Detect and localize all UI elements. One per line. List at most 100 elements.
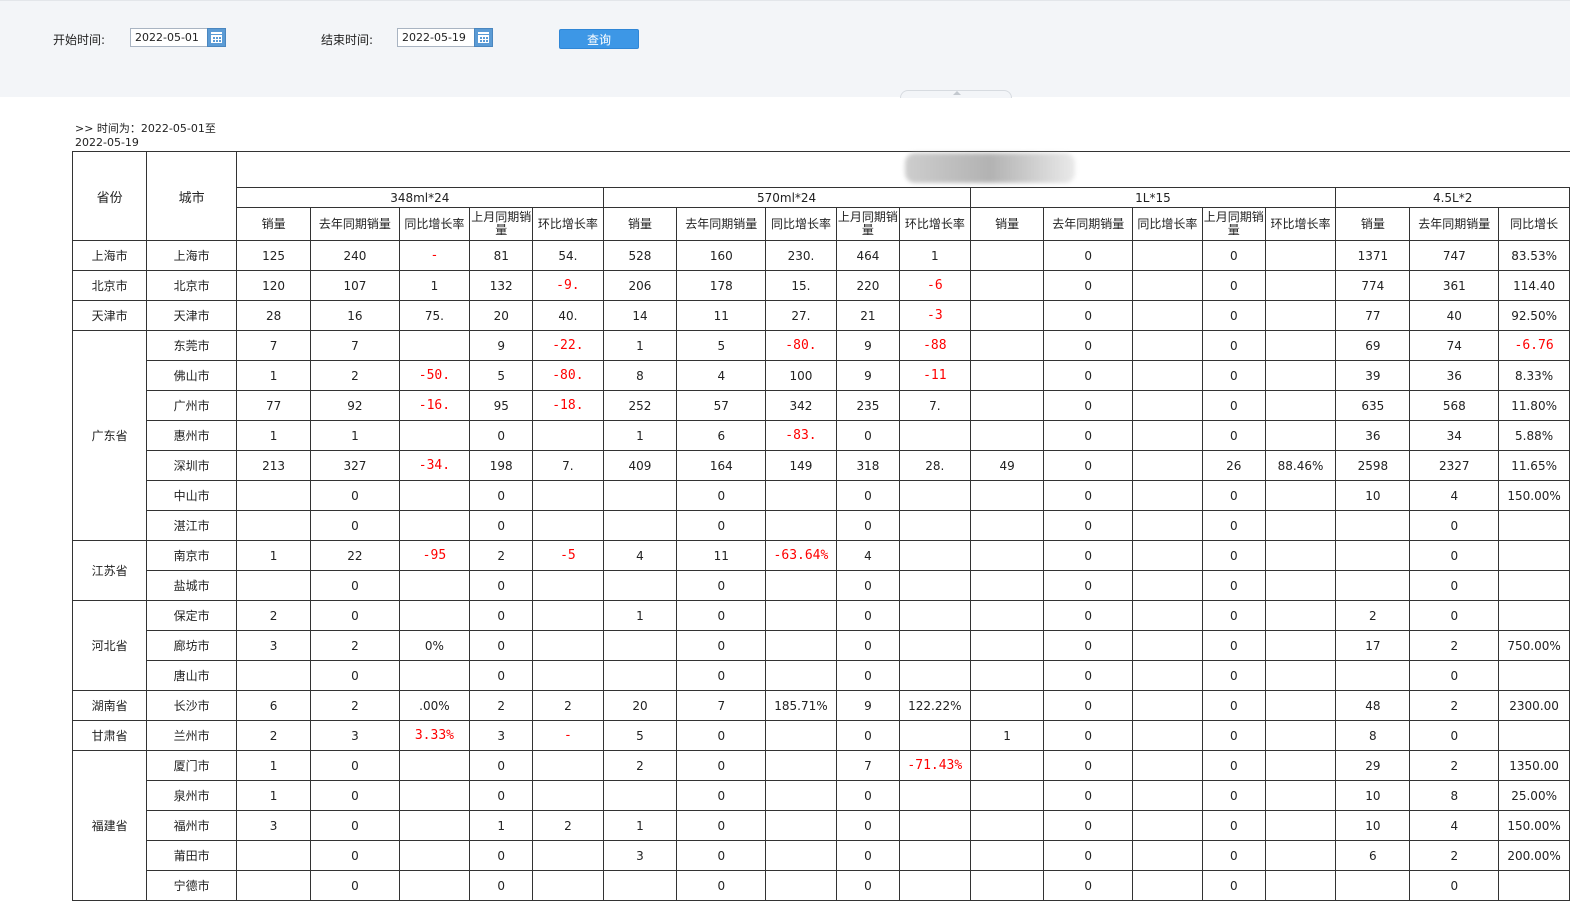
value-cell — [1264, 810, 1337, 841]
metric-header: 销量 — [969, 207, 1045, 241]
value-cell: 8.33% — [1498, 360, 1570, 391]
city-cell: 长沙市 — [146, 690, 238, 721]
value-cell: -18. — [532, 390, 604, 421]
value-cell — [1131, 540, 1203, 571]
metric-header: 环比增长率 — [898, 207, 971, 241]
value-cell: 0 — [1043, 660, 1133, 691]
value-cell — [398, 420, 471, 451]
value-cell: 17 — [1335, 630, 1411, 661]
value-cell: 7. — [532, 450, 604, 481]
city-cell: 福州市 — [146, 810, 238, 841]
value-cell — [602, 630, 678, 661]
value-cell: 185.71% — [765, 690, 837, 721]
value-cell: 1350.00 — [1498, 750, 1570, 781]
metric-header: 销量 — [236, 207, 312, 241]
value-cell — [1131, 660, 1203, 691]
value-cell — [765, 660, 837, 691]
city-cell: 深圳市 — [146, 450, 238, 481]
value-cell: 213 — [236, 450, 312, 481]
value-cell — [765, 810, 837, 841]
city-cell: 保定市 — [146, 600, 238, 631]
province-cell: 上海市 — [71, 240, 148, 271]
value-cell — [602, 480, 678, 511]
value-cell: 0 — [1043, 720, 1133, 751]
value-cell: 0 — [1201, 780, 1266, 811]
value-cell — [532, 600, 604, 631]
province-cell: 甘肃省 — [71, 720, 148, 751]
value-cell: 28 — [236, 300, 312, 331]
value-cell: 122.22% — [898, 690, 971, 721]
value-cell — [398, 510, 471, 541]
city-cell: 南京市 — [146, 540, 238, 571]
value-cell — [1131, 750, 1203, 781]
value-cell: -71.43% — [898, 750, 971, 781]
start-date-input[interactable]: 2022-05-01 — [130, 28, 226, 47]
value-cell — [1498, 510, 1570, 541]
city-cell: 天津市 — [146, 300, 238, 331]
metric-header: 去年同期销量 — [310, 207, 400, 241]
value-cell — [1498, 660, 1570, 691]
product-group-header: 348ml*24 — [236, 187, 604, 208]
value-cell: 83.53% — [1498, 240, 1570, 271]
value-cell: 0 — [1409, 540, 1500, 571]
table-row: 甘肃省 兰州市 2 3 3.33% 3-5 0 0 1 0 0 8 0 — [71, 720, 1570, 751]
sales-report-table: 省份 城市 348ml*24 570ml*24 1L*15 4.5L*2 销量 去年同期销量同… — [71, 151, 1570, 901]
value-cell: 0 — [835, 870, 900, 901]
metric-header: 同比增长率 — [765, 207, 837, 241]
value-cell — [1498, 870, 1570, 901]
table-row: 宁德市 0 0 0 0 0 0 0 — [73, 870, 1570, 901]
metric-header: 环比增长率 — [532, 207, 604, 241]
value-cell — [1264, 600, 1337, 631]
value-cell: 0 — [310, 510, 400, 541]
value-cell: 7 — [835, 750, 900, 781]
value-cell — [898, 570, 971, 601]
value-cell — [765, 570, 837, 601]
collapse-handle[interactable] — [900, 90, 1012, 98]
end-date-input[interactable]: 2022-05-19 — [397, 28, 493, 47]
value-cell: 0 — [835, 810, 900, 841]
value-cell: 4 — [835, 540, 900, 571]
value-cell — [532, 750, 604, 781]
value-cell — [969, 330, 1045, 361]
value-cell: 3 — [310, 720, 400, 751]
value-cell — [969, 240, 1045, 271]
value-cell: 2 — [532, 810, 604, 841]
value-cell — [1131, 780, 1203, 811]
end-date-label: 结束时间: — [321, 33, 374, 47]
value-cell: 361 — [1409, 270, 1500, 301]
value-cell: 54. — [532, 240, 604, 271]
value-cell: 4 — [602, 540, 678, 571]
value-cell: 0 — [676, 480, 767, 511]
value-cell: 48 — [1335, 690, 1411, 721]
calendar-icon[interactable] — [474, 28, 493, 47]
metric-header: 同比增长 — [1498, 207, 1570, 241]
value-cell — [898, 630, 971, 661]
product-group-header: 1L*15 — [969, 187, 1337, 208]
value-cell — [969, 600, 1045, 631]
calendar-icon[interactable] — [207, 28, 226, 47]
value-cell — [398, 660, 471, 691]
value-cell: 2 — [1409, 840, 1500, 871]
value-cell: 3 — [236, 810, 312, 841]
table-row: 湖南省 长沙市 6 2.00% 2 2 20 7 185.71% 9 122.22% 0 0 48 2 230… — [71, 690, 1570, 721]
query-button[interactable]: 查询 — [559, 29, 639, 49]
value-cell: -6 — [898, 270, 971, 301]
city-cell: 唐山市 — [146, 660, 238, 691]
value-cell: 568 — [1409, 390, 1500, 421]
value-cell: 2 — [469, 690, 534, 721]
value-cell: 120 — [236, 270, 312, 301]
value-cell: 10 — [1335, 780, 1411, 811]
value-cell — [1264, 330, 1337, 361]
city-cell: 北京市 — [146, 270, 238, 301]
table-row: 天津市 天津市 28 16 75. 20 40. 14 11 27. 21 -3 0 0 77 40 92.50… — [71, 300, 1570, 331]
value-cell — [1131, 630, 1203, 661]
value-cell: 1371 — [1335, 240, 1411, 271]
value-cell: 0 — [676, 810, 767, 841]
value-cell: 6 — [676, 420, 767, 451]
value-cell: 0 — [1201, 300, 1266, 331]
value-cell — [765, 510, 837, 541]
value-cell: 0 — [835, 780, 900, 811]
province-cell: 河北省 — [71, 600, 148, 691]
city-cell: 湛江市 — [146, 510, 238, 541]
value-cell: 0 — [835, 420, 900, 451]
